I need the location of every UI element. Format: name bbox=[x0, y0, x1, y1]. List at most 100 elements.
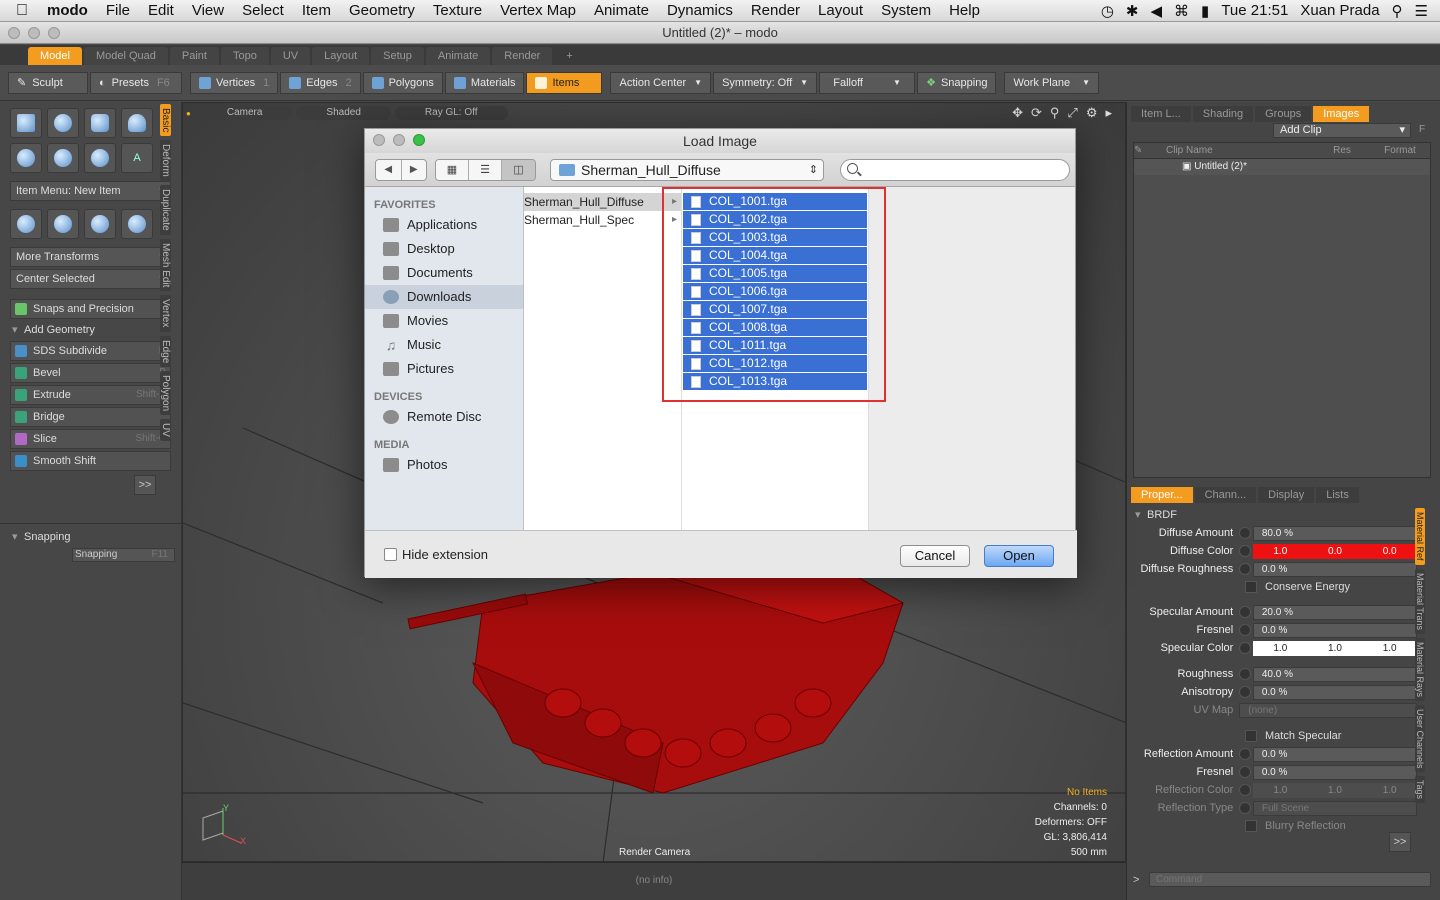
col-format[interactable]: Format bbox=[1370, 143, 1430, 158]
capsule-icon[interactable] bbox=[47, 143, 79, 173]
specular-amount-field[interactable]: 20.0 % bbox=[1252, 604, 1417, 620]
polygons-button[interactable]: Polygons bbox=[362, 71, 443, 94]
vtab-material-trans[interactable]: Material Trans bbox=[1415, 568, 1425, 634]
torus-icon[interactable] bbox=[10, 143, 42, 173]
more-properties-button[interactable]: >> bbox=[1389, 832, 1411, 852]
anisotropy-field[interactable]: 0.0 % bbox=[1252, 684, 1417, 700]
dialog-minimize-button[interactable] bbox=[393, 134, 405, 146]
wifi-icon[interactable]: ⌘ bbox=[1168, 2, 1195, 20]
sculpt-button[interactable]: ✎ Sculpt bbox=[8, 71, 88, 94]
menu-item[interactable]: Item bbox=[293, 2, 340, 19]
vtab-tags[interactable]: Tags bbox=[1415, 776, 1425, 804]
tab-paint[interactable]: Paint bbox=[169, 47, 219, 65]
diffuse-amount-field[interactable]: 80.0 % bbox=[1252, 525, 1417, 541]
tab-groups[interactable]: Groups bbox=[1255, 106, 1312, 122]
dialog-close-button[interactable] bbox=[373, 134, 385, 146]
scale-tool-icon[interactable] bbox=[84, 209, 116, 239]
roughness-anim-toggle[interactable] bbox=[1239, 668, 1251, 680]
pen-tool-icon[interactable] bbox=[84, 143, 116, 173]
move-tool-icon[interactable] bbox=[10, 209, 42, 239]
rotate-tool-icon[interactable] bbox=[47, 209, 79, 239]
vtab-basic[interactable]: Basic bbox=[160, 104, 171, 137]
sidebar-item-desktop[interactable]: Desktop bbox=[365, 237, 523, 261]
close-window-button[interactable] bbox=[8, 27, 20, 39]
diffuse-color-field[interactable]: 1.0 0.0 0.0 bbox=[1252, 543, 1417, 559]
tab-setup[interactable]: Setup bbox=[371, 47, 424, 65]
sidebar-item-downloads[interactable]: Downloads bbox=[365, 285, 523, 309]
specular-color-anim-toggle[interactable] bbox=[1239, 642, 1251, 654]
reflection-amount-anim-toggle[interactable] bbox=[1239, 748, 1251, 760]
gear-icon[interactable]: ⚙ bbox=[1086, 105, 1098, 121]
diffuse-color-anim-toggle[interactable] bbox=[1239, 545, 1251, 557]
bluetooth-icon[interactable]: ✱ bbox=[1120, 2, 1145, 20]
vtab-material-ref[interactable]: Material Ref bbox=[1415, 508, 1425, 565]
shaded-button[interactable]: Shaded bbox=[296, 106, 391, 120]
center-selected-dropdown[interactable]: Center Selected bbox=[10, 269, 171, 289]
path-popup[interactable]: Sherman_Hull_Diffuse bbox=[550, 158, 824, 181]
reflection-fresnel-field[interactable]: 0.0 % bbox=[1252, 764, 1417, 780]
items-button[interactable]: Items bbox=[526, 71, 603, 94]
materials-button[interactable]: Materials bbox=[444, 71, 525, 94]
vtab-edge[interactable]: Edge bbox=[160, 335, 171, 368]
symmetry-dropdown[interactable]: Symmetry: Off ▼ bbox=[713, 71, 818, 94]
vtab-material-rays[interactable]: Material Rays bbox=[1415, 637, 1425, 701]
sidebar-item-photos[interactable]: Photos bbox=[365, 453, 523, 477]
cube-icon[interactable] bbox=[10, 108, 42, 138]
cancel-button[interactable]: Cancel bbox=[900, 545, 970, 567]
tab-shading[interactable]: Shading bbox=[1192, 106, 1254, 122]
vtab-duplicate[interactable]: Duplicate bbox=[160, 185, 171, 235]
anisotropy-anim-toggle[interactable] bbox=[1239, 686, 1251, 698]
specular-amount-anim-toggle[interactable] bbox=[1239, 606, 1251, 618]
transform-tool-icon[interactable] bbox=[121, 209, 153, 239]
back-arrow-icon[interactable]: ◀ bbox=[376, 159, 402, 180]
battery-icon[interactable]: ▮ bbox=[1195, 2, 1215, 20]
brdf-section[interactable]: BRDF bbox=[1133, 506, 1417, 524]
item-menu-dropdown[interactable]: Item Menu: New Item bbox=[10, 181, 171, 201]
tab-model-quad[interactable]: Model Quad bbox=[83, 47, 168, 65]
reflection-color-anim-toggle[interactable] bbox=[1239, 784, 1251, 796]
tab-render[interactable]: Render bbox=[492, 47, 553, 65]
maximize-icon[interactable]: ⤢ bbox=[1067, 105, 1077, 121]
extrude-button[interactable]: Extrude Shift-X bbox=[10, 385, 171, 405]
vtab-vertex[interactable]: Vertex bbox=[160, 295, 171, 332]
action-center-dropdown[interactable]: Action Center ▼ bbox=[610, 71, 712, 94]
menu-view[interactable]: View bbox=[183, 2, 233, 19]
cone-icon[interactable] bbox=[121, 108, 153, 138]
menu-system[interactable]: System bbox=[872, 2, 940, 19]
reflection-amount-field[interactable]: 0.0 % bbox=[1252, 746, 1417, 762]
diffuse-roughness-anim-toggle[interactable] bbox=[1239, 563, 1251, 575]
vertices-button[interactable]: Vertices 1 bbox=[190, 71, 279, 94]
tab-lists[interactable]: Lists bbox=[1316, 487, 1359, 503]
vtab-polygon[interactable]: Polygon bbox=[160, 371, 171, 416]
tab-properties[interactable]: Proper... bbox=[1131, 487, 1193, 503]
search-field[interactable] bbox=[840, 158, 1070, 181]
snaps-precision-button[interactable]: Snaps and Precision bbox=[10, 299, 171, 319]
tab-uv[interactable]: UV bbox=[270, 47, 311, 65]
conserve-energy-checkbox[interactable] bbox=[1245, 581, 1257, 593]
blurry-reflection-checkbox[interactable] bbox=[1245, 820, 1257, 832]
app-menu[interactable]: modo bbox=[38, 2, 97, 19]
uv-map-dropdown[interactable]: (none) bbox=[1239, 702, 1417, 718]
tab-layout[interactable]: Layout bbox=[312, 47, 370, 65]
command-input[interactable] bbox=[1149, 872, 1431, 887]
snapping-button[interactable]: ❖ Snapping bbox=[917, 71, 997, 94]
match-specular-checkbox[interactable] bbox=[1245, 730, 1257, 742]
add-clip-dropdown[interactable]: Add Clip ▾ bbox=[1273, 123, 1411, 138]
diffuse-amount-anim-toggle[interactable] bbox=[1239, 527, 1251, 539]
reflection-color-field[interactable]: 1.0 1.0 1.0 bbox=[1252, 782, 1417, 798]
roughness-field[interactable]: 40.0 % bbox=[1252, 666, 1417, 682]
raygl-button[interactable]: Ray GL: Off bbox=[394, 106, 508, 120]
tab-images[interactable]: Images bbox=[1313, 106, 1370, 122]
sphere-icon[interactable] bbox=[47, 108, 79, 138]
user-name[interactable]: Xuan Prada bbox=[1294, 2, 1385, 19]
sidebar-item-movies[interactable]: Movies bbox=[365, 309, 523, 333]
fresnel-anim-toggle[interactable] bbox=[1239, 624, 1251, 636]
column-view-icon[interactable]: ◫ bbox=[502, 159, 535, 180]
tab-item-list[interactable]: Item L... bbox=[1131, 106, 1191, 122]
diffuse-roughness-field[interactable]: 0.0 % bbox=[1252, 561, 1417, 577]
menu-help[interactable]: Help bbox=[940, 2, 989, 19]
clip-row[interactable]: ▣ Untitled (2)* bbox=[1134, 159, 1430, 175]
vtab-uv[interactable]: UV bbox=[160, 419, 171, 442]
menu-layout[interactable]: Layout bbox=[809, 2, 872, 19]
menu-edit[interactable]: Edit bbox=[139, 2, 183, 19]
